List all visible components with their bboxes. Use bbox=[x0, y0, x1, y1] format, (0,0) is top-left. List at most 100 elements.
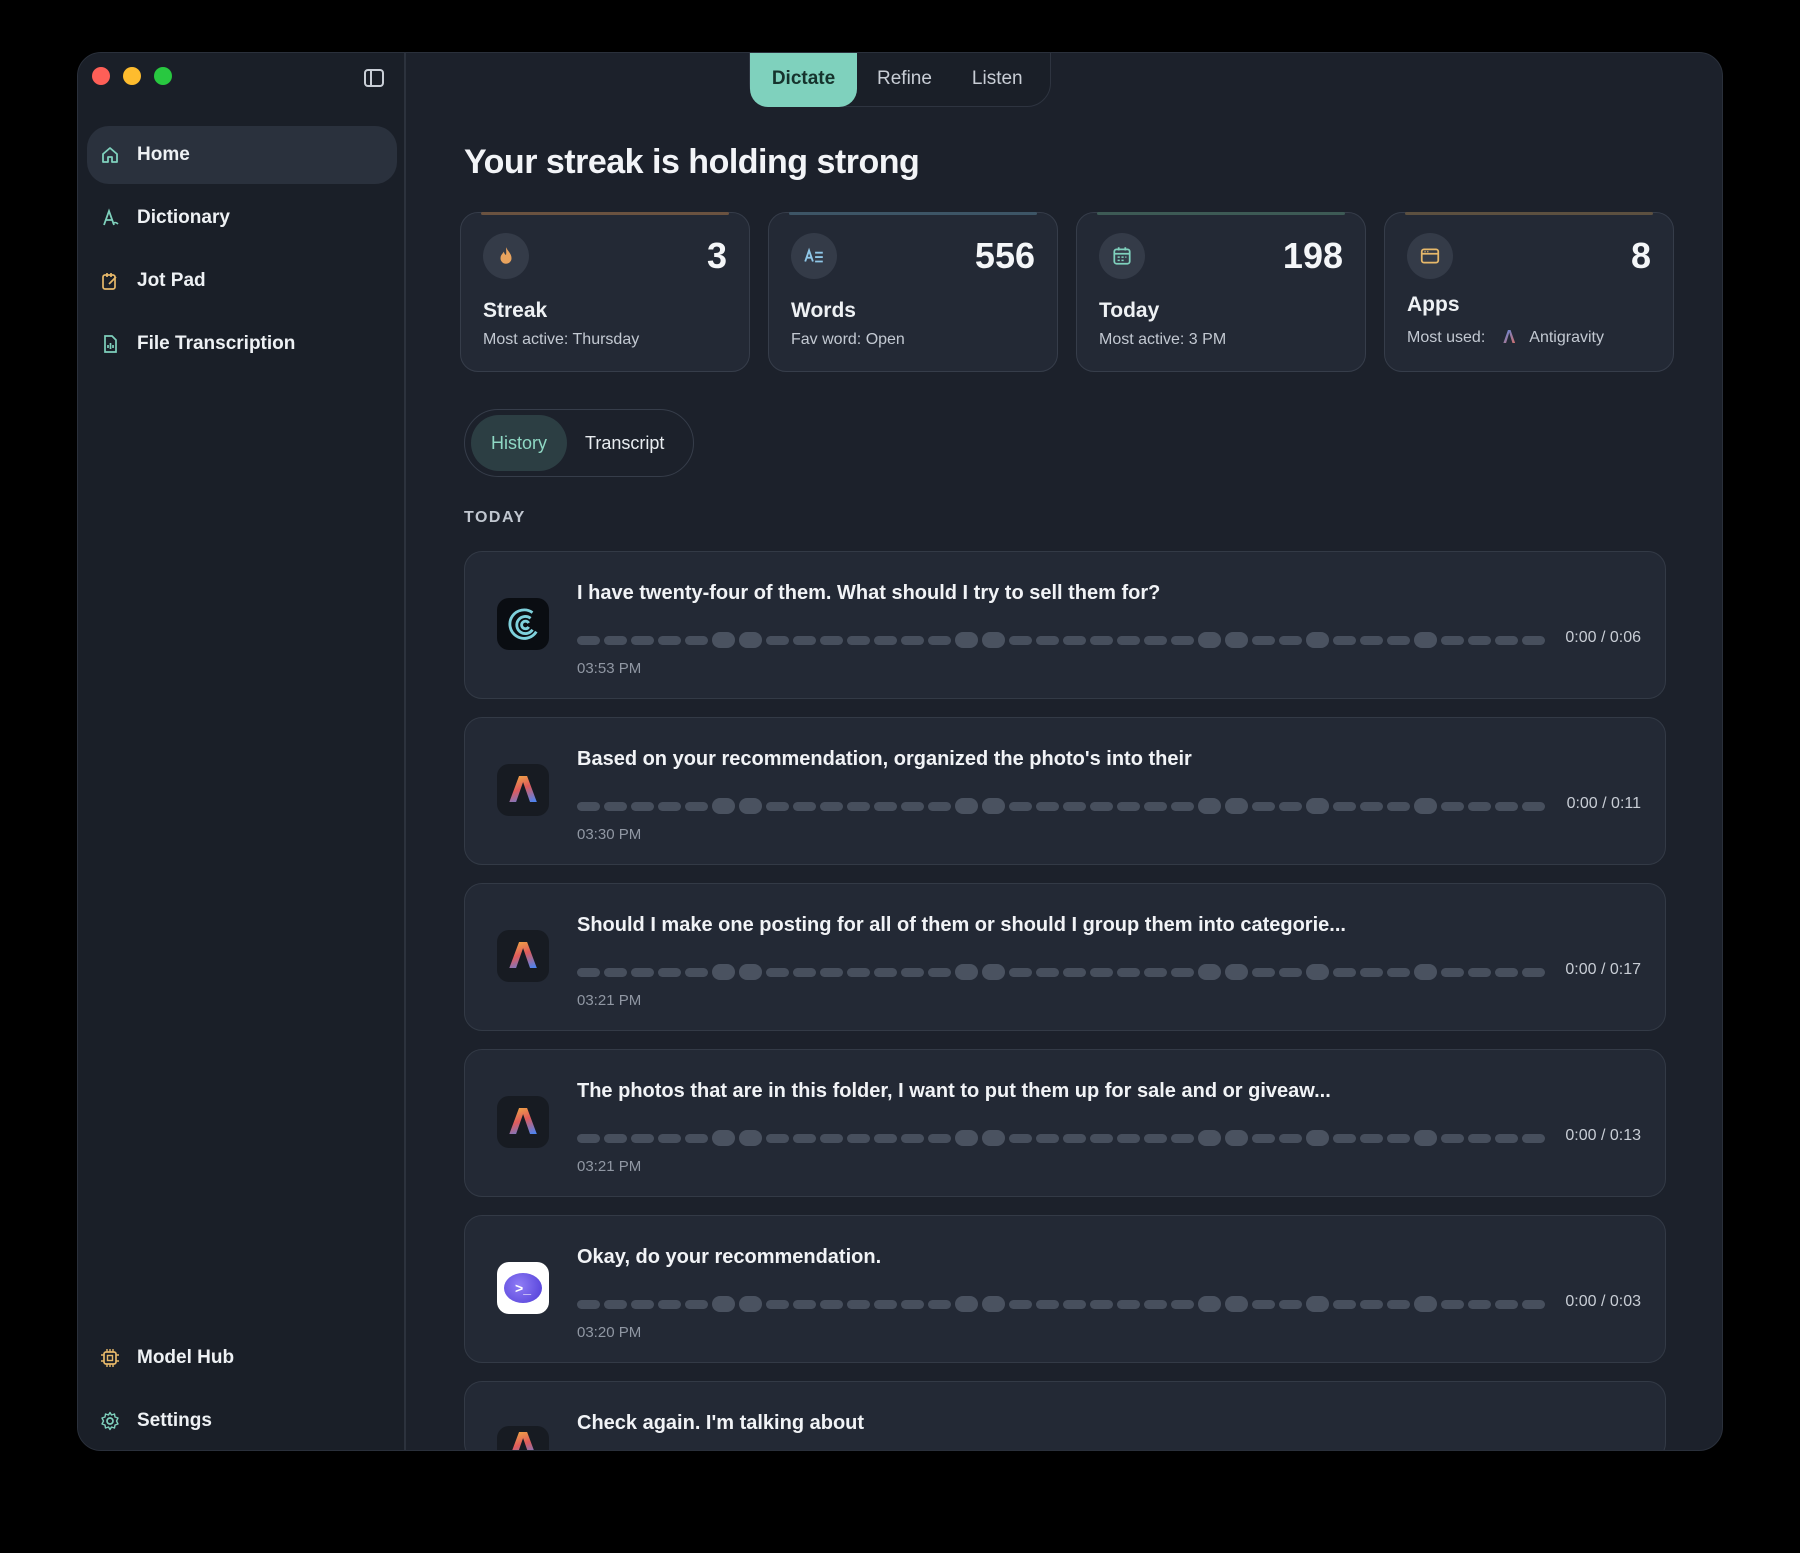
waveform-bar bbox=[793, 967, 816, 977]
sidebar-item-file-transcription[interactable]: File Transcription bbox=[87, 315, 397, 373]
list-item[interactable]: >_ Okay, do your recommendation. 0:00 / … bbox=[464, 1215, 1666, 1363]
waveform-bar bbox=[604, 1133, 627, 1143]
waveform-bar bbox=[1225, 964, 1248, 980]
waveform-bar bbox=[928, 967, 951, 977]
transcript-text: Check again. I'm talking about bbox=[577, 1412, 865, 1434]
audio-waveform[interactable] bbox=[577, 964, 1545, 980]
waveform-bar bbox=[1063, 635, 1086, 645]
list-item[interactable]: I have twenty-four of them. What should … bbox=[464, 551, 1666, 699]
audio-waveform[interactable] bbox=[577, 632, 1545, 648]
waveform-bar bbox=[577, 967, 600, 977]
waveform-bar bbox=[820, 801, 843, 811]
timestamp: 03:30 PM bbox=[577, 826, 642, 843]
waveform-bar bbox=[1522, 801, 1545, 811]
waveform-bar bbox=[928, 1133, 951, 1143]
waveform-bar bbox=[712, 1296, 735, 1312]
waveform-bar bbox=[766, 801, 789, 811]
sidebar-item-home[interactable]: Home bbox=[87, 126, 397, 184]
sidebar-toggle-icon[interactable] bbox=[364, 69, 384, 87]
waveform-bar bbox=[577, 1133, 600, 1143]
waveform-bar bbox=[1279, 801, 1302, 811]
waveform-bar bbox=[1360, 801, 1383, 811]
stat-label: Today bbox=[1099, 299, 1160, 322]
waveform-bar bbox=[577, 1299, 600, 1309]
waveform-bar bbox=[955, 632, 978, 648]
audio-waveform[interactable] bbox=[577, 1296, 1545, 1312]
waveform-bar bbox=[874, 801, 897, 811]
sidebar-item-label: Home bbox=[137, 144, 190, 165]
waveform-bar bbox=[1414, 1130, 1437, 1146]
timestamp: 03:20 PM bbox=[577, 1324, 642, 1341]
waveform-bar bbox=[982, 1130, 1005, 1146]
audio-waveform[interactable] bbox=[577, 798, 1545, 814]
waveform-bar bbox=[1252, 967, 1275, 977]
waveform-bar bbox=[658, 801, 681, 811]
waveform-bar bbox=[1279, 635, 1302, 645]
waveform-bar bbox=[1468, 1133, 1491, 1143]
antigravity-icon: Λ bbox=[497, 1426, 549, 1450]
waveform-bar bbox=[1036, 635, 1059, 645]
waveform-bar bbox=[1333, 1133, 1356, 1143]
antigravity-icon: Λ bbox=[497, 764, 549, 816]
close-window-button[interactable] bbox=[92, 67, 110, 85]
waveform-bar bbox=[1144, 967, 1167, 977]
stat-subtext: Most active: Thursday bbox=[483, 331, 640, 348]
list-item[interactable]: Λ Based on your recommendation, organize… bbox=[464, 717, 1666, 865]
waveform-bar bbox=[1468, 967, 1491, 977]
tab-transcript[interactable]: Transcript bbox=[567, 415, 682, 471]
chip-icon bbox=[99, 1347, 121, 1369]
waveform-bar bbox=[1279, 967, 1302, 977]
sidebar-item-settings[interactable]: Settings bbox=[87, 1392, 397, 1450]
waveform-bar bbox=[928, 635, 951, 645]
waveform-bar bbox=[1468, 635, 1491, 645]
minimize-window-button[interactable] bbox=[123, 67, 141, 85]
list-item[interactable]: Λ Should I make one posting for all of t… bbox=[464, 883, 1666, 1031]
transcript-text: Based on your recommendation, organized … bbox=[577, 748, 1192, 770]
waveform-bar bbox=[1090, 635, 1113, 645]
most-used-label: Most used: bbox=[1407, 328, 1486, 346]
waveform-bar bbox=[1090, 1299, 1113, 1309]
waveform-bar bbox=[712, 632, 735, 648]
most-used-app: Antigravity bbox=[1529, 328, 1604, 346]
waveform-bar bbox=[1036, 967, 1059, 977]
sidebar-item-dictionary[interactable]: Dictionary bbox=[87, 189, 397, 247]
waveform-bar bbox=[658, 967, 681, 977]
sidebar: Home Dictionary Jot Pad File Transcripti… bbox=[78, 53, 406, 1450]
waveform-bar bbox=[658, 1299, 681, 1309]
waveform-bar bbox=[1036, 1133, 1059, 1143]
waveform-bar bbox=[766, 1133, 789, 1143]
waveform-bar bbox=[820, 967, 843, 977]
list-item[interactable]: Λ Check again. I'm talking about bbox=[464, 1381, 1666, 1450]
zoom-window-button[interactable] bbox=[154, 67, 172, 85]
list-item[interactable]: Λ The photos that are in this folder, I … bbox=[464, 1049, 1666, 1197]
waveform-bar bbox=[1036, 1299, 1059, 1309]
transcript-text: Should I make one posting for all of the… bbox=[577, 914, 1346, 936]
waveform-bar bbox=[1198, 1130, 1221, 1146]
waveform-bar bbox=[1036, 801, 1059, 811]
waveform-bar bbox=[982, 632, 1005, 648]
tab-history[interactable]: History bbox=[471, 415, 567, 471]
antigravity-icon: Λ bbox=[497, 1096, 549, 1148]
stat-card-apps: 8 Apps Most used: Λ Antigravity bbox=[1384, 212, 1674, 372]
waveform-bar bbox=[982, 1296, 1005, 1312]
sidebar-item-jot-pad[interactable]: Jot Pad bbox=[87, 252, 397, 310]
waveform-bar bbox=[1225, 1130, 1248, 1146]
waveform-bar bbox=[1171, 1299, 1194, 1309]
sidebar-item-model-hub[interactable]: Model Hub bbox=[87, 1329, 397, 1387]
waveform-bar bbox=[712, 798, 735, 814]
waveform-bar bbox=[1495, 801, 1518, 811]
stat-subtext: Most active: 3 PM bbox=[1099, 331, 1227, 348]
waveform-bar bbox=[1387, 967, 1410, 977]
waveform-bar bbox=[1414, 1296, 1437, 1312]
audio-waveform[interactable] bbox=[577, 1130, 1545, 1146]
waveform-bar bbox=[928, 1299, 951, 1309]
waveform-bar bbox=[577, 801, 600, 811]
sidebar-item-label: File Transcription bbox=[137, 333, 296, 354]
waveform-bar bbox=[1414, 964, 1437, 980]
waveform-bar bbox=[631, 967, 654, 977]
waveform-bar bbox=[685, 967, 708, 977]
waveform-bar bbox=[1252, 1133, 1275, 1143]
home-icon bbox=[99, 144, 121, 166]
waveform-bar bbox=[1387, 1299, 1410, 1309]
waveform-bar bbox=[1009, 1299, 1032, 1309]
